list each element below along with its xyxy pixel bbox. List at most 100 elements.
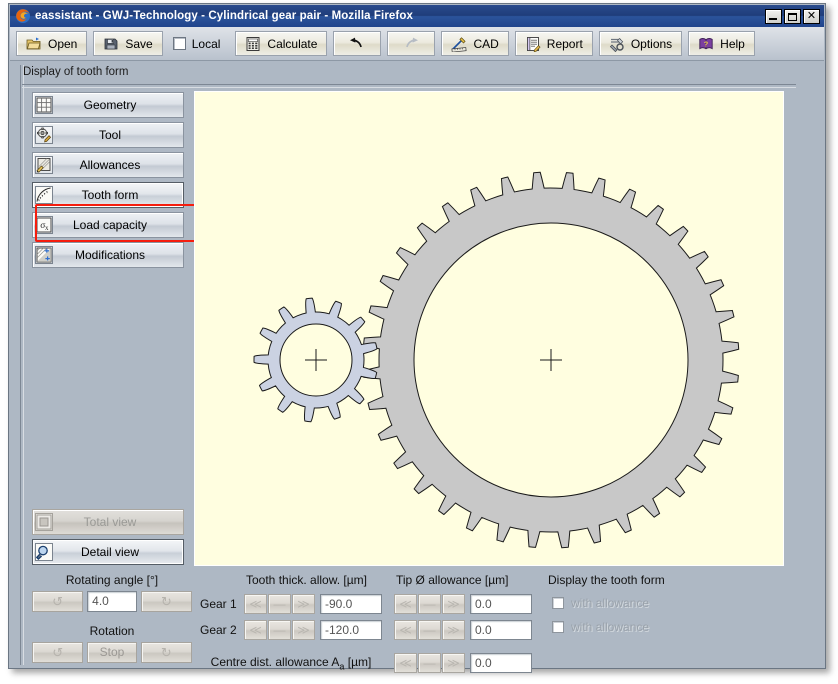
display-tooth-form-header: Display the tooth form — [548, 573, 665, 587]
modifications-icon — [35, 246, 53, 264]
magnifier-zoom-icon — [35, 543, 53, 561]
gear1-label: Gear 1 — [200, 597, 237, 611]
increment-icon[interactable]: ≫ — [442, 594, 465, 614]
gear1-tooth-thickness-stepper[interactable]: ≪ — ≫ — [244, 594, 316, 614]
sidebar-nav: Geometry Tool Allowances Tooth form σ x … — [32, 92, 212, 272]
help-button[interactable]: ? Help — [688, 31, 755, 56]
save-button[interactable]: Save — [93, 31, 163, 56]
reset-icon[interactable]: — — [418, 594, 441, 614]
gear1-tip-diameter-stepper[interactable]: ≪ — ≫ — [394, 594, 466, 614]
title-bar: eassistant - GWJ-Technology - Cylindrica… — [10, 5, 824, 27]
gear2-tooth-thickness-stepper[interactable]: ≪ — ≫ — [244, 620, 316, 640]
help-book-icon: ? — [698, 36, 714, 52]
firefox-icon — [15, 8, 31, 24]
cad-button[interactable]: CAD — [441, 31, 509, 56]
decrement-icon[interactable]: ≪ — [394, 653, 417, 673]
sidebar-item-geometry[interactable]: Geometry — [32, 92, 184, 118]
decrement-icon[interactable]: ≪ — [244, 594, 267, 614]
wheel-gear — [362, 171, 740, 549]
tooth-thickness-header: Tooth thick. allow. [µm] — [246, 573, 367, 587]
reset-icon[interactable]: — — [268, 594, 291, 614]
rotating-angle-row: ↺ 4.0 ↻ — [32, 591, 193, 612]
close-button[interactable]: ✕ — [803, 8, 820, 24]
gear1-allowance-row: Gear 1 ≪ — ≫ -90.0 ≪ — ≫ 0.0 — [200, 594, 532, 614]
increment-icon[interactable]: ≫ — [292, 620, 315, 640]
help-label: Help — [720, 36, 745, 51]
sidebar-item-label: Allowances — [79, 158, 141, 172]
sidebar-item-allowances[interactable]: Allowances — [32, 152, 184, 178]
detail-view-button[interactable]: Detail view — [32, 539, 184, 565]
report-page-icon — [525, 36, 541, 52]
increment-icon[interactable]: ≫ — [442, 653, 465, 673]
centre-distance-input[interactable]: 0.0 — [470, 653, 532, 673]
decrement-icon[interactable]: ≪ — [394, 620, 417, 640]
checkbox-icon — [552, 597, 564, 609]
group-header-label: Display of tooth form — [23, 66, 129, 78]
tooth-form-canvas[interactable] — [194, 91, 784, 566]
rotation-cw-button[interactable]: ↻ — [140, 642, 192, 663]
centre-distance-label-unit: [µm] — [344, 654, 372, 669]
increment-icon[interactable]: ≫ — [292, 594, 315, 614]
gear2-tip-diameter-input[interactable]: 0.0 — [470, 620, 532, 640]
minimize-button[interactable] — [765, 8, 782, 24]
gear2-tooth-thickness-input[interactable]: -120.0 — [320, 620, 382, 640]
rotate-cw-icon[interactable]: ↻ — [140, 591, 193, 612]
maximize-button[interactable] — [784, 8, 801, 24]
increment-icon[interactable]: ≫ — [442, 620, 465, 640]
sidebar-item-label: Tool — [98, 128, 121, 142]
rotating-angle-label: Rotating angle [°] — [65, 573, 159, 587]
checkbox-icon — [552, 621, 564, 633]
reset-icon[interactable]: — — [268, 620, 291, 640]
rotate-ccw-icon[interactable]: ↺ — [32, 591, 84, 612]
with-allowance-option-1: with allowance — [552, 596, 788, 610]
cad-label: CAD — [473, 36, 499, 51]
reset-icon[interactable]: — — [418, 653, 441, 673]
options-label: Options — [630, 36, 673, 51]
stop-button[interactable]: Stop — [87, 642, 137, 663]
undo-arrow-icon — [348, 36, 366, 52]
centre-distance-label-main: Centre dist. allowance A — [210, 654, 340, 669]
sidebar-item-tool[interactable]: Tool — [32, 122, 184, 148]
gear2-tip-diameter-stepper[interactable]: ≪ — ≫ — [394, 620, 466, 640]
centre-distance-label: Centre dist. allowance Aa [µm] — [200, 655, 382, 671]
pencil-chart-icon — [35, 156, 53, 174]
with-allowance-label: with allowance — [571, 620, 650, 634]
svg-text:?: ? — [704, 41, 708, 48]
square-view-icon — [35, 513, 53, 531]
panel-left-rule — [20, 65, 24, 665]
open-button[interactable]: Open — [16, 31, 88, 56]
local-checkbox[interactable]: Local — [169, 31, 230, 56]
sidebar-item-label: Modifications — [74, 248, 146, 262]
options-button[interactable]: Options — [598, 31, 683, 56]
decrement-icon[interactable]: ≪ — [244, 620, 267, 640]
gear1-tooth-thickness-input[interactable]: -90.0 — [320, 594, 382, 614]
redo-button — [387, 31, 436, 56]
rotating-angle-input[interactable]: 4.0 — [87, 591, 137, 612]
checkbox-icon[interactable] — [172, 37, 186, 50]
with-allowance-label: with allowance — [571, 596, 650, 610]
decrement-icon[interactable]: ≪ — [394, 594, 417, 614]
sidebar-item-load-capacity[interactable]: σ x Load capacity — [32, 212, 184, 238]
window-title: eassistant - GWJ-Technology - Cylindrica… — [35, 10, 413, 22]
sidebar-item-label: Tooth form — [81, 188, 139, 202]
content-area: Display of tooth form Geometry Tool Allo… — [10, 61, 824, 673]
detail-view-label: Detail view — [80, 545, 140, 559]
reset-icon[interactable]: — — [418, 620, 441, 640]
floppy-disk-icon — [103, 36, 119, 52]
options-tools-icon — [609, 36, 625, 52]
sidebar-item-modifications[interactable]: Modifications — [32, 242, 184, 268]
rotation-panel: Rotating angle [°] ↺ 4.0 ↻ Rotation ↺ St… — [32, 573, 193, 663]
tooth-profile-icon — [35, 186, 53, 204]
centre-distance-stepper[interactable]: ≪ — ≫ — [394, 653, 466, 673]
calculate-button[interactable]: Calculate — [235, 31, 328, 56]
rotation-label: Rotation — [89, 624, 135, 638]
main-toolbar: Open Save Local Calculate CAD Report Opt… — [10, 27, 824, 61]
grid-table-icon — [35, 96, 53, 114]
with-allowance-option-2: with allowance — [552, 620, 788, 634]
undo-button[interactable] — [333, 31, 382, 56]
gear2-label: Gear 2 — [200, 623, 237, 637]
rotation-ccw-button[interactable]: ↺ — [32, 642, 84, 663]
gear1-tip-diameter-input[interactable]: 0.0 — [470, 594, 532, 614]
sidebar-item-tooth-form[interactable]: Tooth form — [32, 182, 184, 208]
report-button[interactable]: Report — [514, 31, 593, 56]
